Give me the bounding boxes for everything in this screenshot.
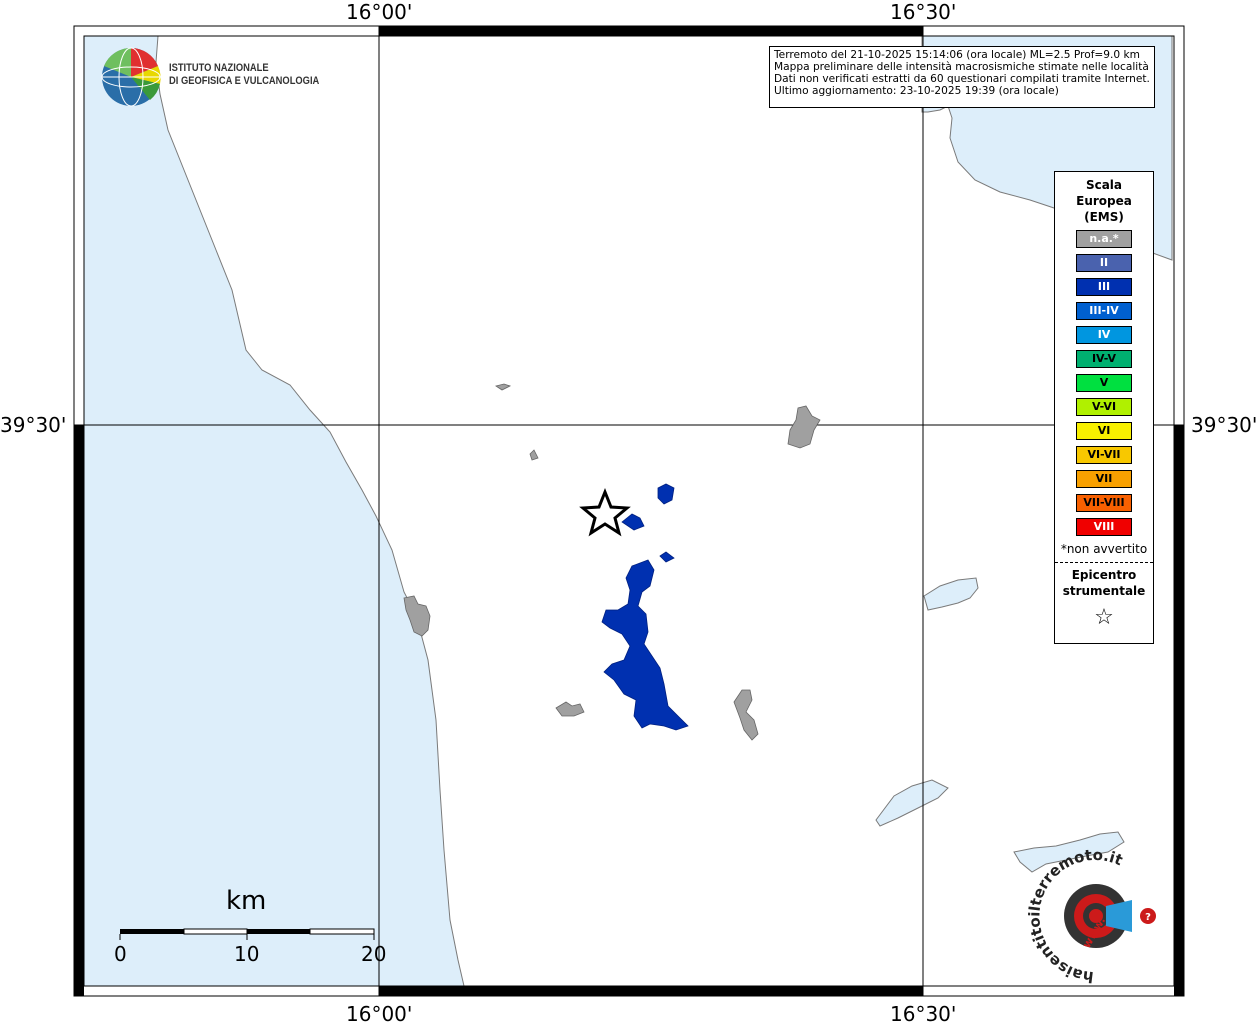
legend-epicentre-line-1: Epicentro	[1071, 568, 1137, 582]
legend-item: V	[1076, 374, 1132, 392]
label-lon-bottom-left: 16°00'	[346, 1002, 413, 1026]
legend-item: V-VI	[1076, 398, 1132, 416]
label-lat-right: 39°30'	[1191, 413, 1256, 437]
ems-legend: Scala Europea (EMS) n.a.* II III III-IV IV IV…	[1054, 171, 1154, 644]
frame-band-bottom	[379, 986, 923, 996]
scale-tick-10: 10	[234, 942, 260, 966]
scale-tick-0: 0	[114, 942, 127, 966]
frame-band-top	[379, 26, 923, 36]
legend-title: Scala Europea (EMS)	[1055, 177, 1153, 225]
legend-item: VI-VII	[1076, 446, 1132, 464]
legend-item: III-IV	[1076, 302, 1132, 320]
legend-item: VIII	[1076, 518, 1132, 536]
ingv-globe-icon	[101, 47, 161, 107]
legend-item: III	[1076, 278, 1132, 296]
scale-unit: km	[226, 886, 267, 916]
label-lon-bottom-right: 16°30'	[890, 1002, 957, 1026]
frame-band-right	[1174, 425, 1184, 996]
event-info-box: Terremoto del 21-10-2025 15:14:06 (ora l…	[769, 46, 1155, 108]
legend-item: n.a.*	[1076, 230, 1132, 248]
legend-item: VII	[1076, 470, 1132, 488]
label-lon-top-left: 16°00'	[346, 0, 413, 24]
ingv-line-1: ISTITUTO NAZIONALE	[169, 62, 269, 74]
ingv-logo-text: ISTITUTO NAZIONALE DI GEOFISICA E VULCAN…	[169, 62, 319, 88]
legend-title-line-1: Scala	[1085, 178, 1123, 192]
legend-item: VI	[1076, 422, 1132, 440]
legend-star-icon: ☆	[1094, 605, 1114, 630]
legend-epicentre-label: Epicentro strumentale	[1055, 567, 1153, 599]
svg-text:?: ?	[1145, 912, 1151, 923]
legend-item: II	[1076, 254, 1132, 272]
legend-note: *non avvertito	[1060, 542, 1148, 556]
legend-item: IV	[1076, 326, 1132, 344]
scale-tick-20: 20	[361, 942, 387, 966]
legend-separator	[1055, 562, 1153, 563]
legend-item: IV-V	[1076, 350, 1132, 368]
ingv-line-2: DI GEOFISICA E VULCANOLOGIA	[169, 75, 320, 87]
legend-item: VII-VIII	[1076, 494, 1132, 512]
label-lon-top-right: 16°30'	[890, 0, 957, 24]
legend-items: n.a.* II III III-IV IV IV-V V V-VI VI VI-VII VII VI…	[1055, 230, 1153, 536]
legend-title-line-3: (EMS)	[1084, 210, 1124, 224]
legend-epicentre-line-2: strumentale	[1062, 584, 1146, 598]
label-lat-left: 39°30'	[0, 413, 67, 437]
legend-title-line-2: Europea	[1076, 194, 1132, 208]
frame-band-left	[74, 425, 84, 996]
